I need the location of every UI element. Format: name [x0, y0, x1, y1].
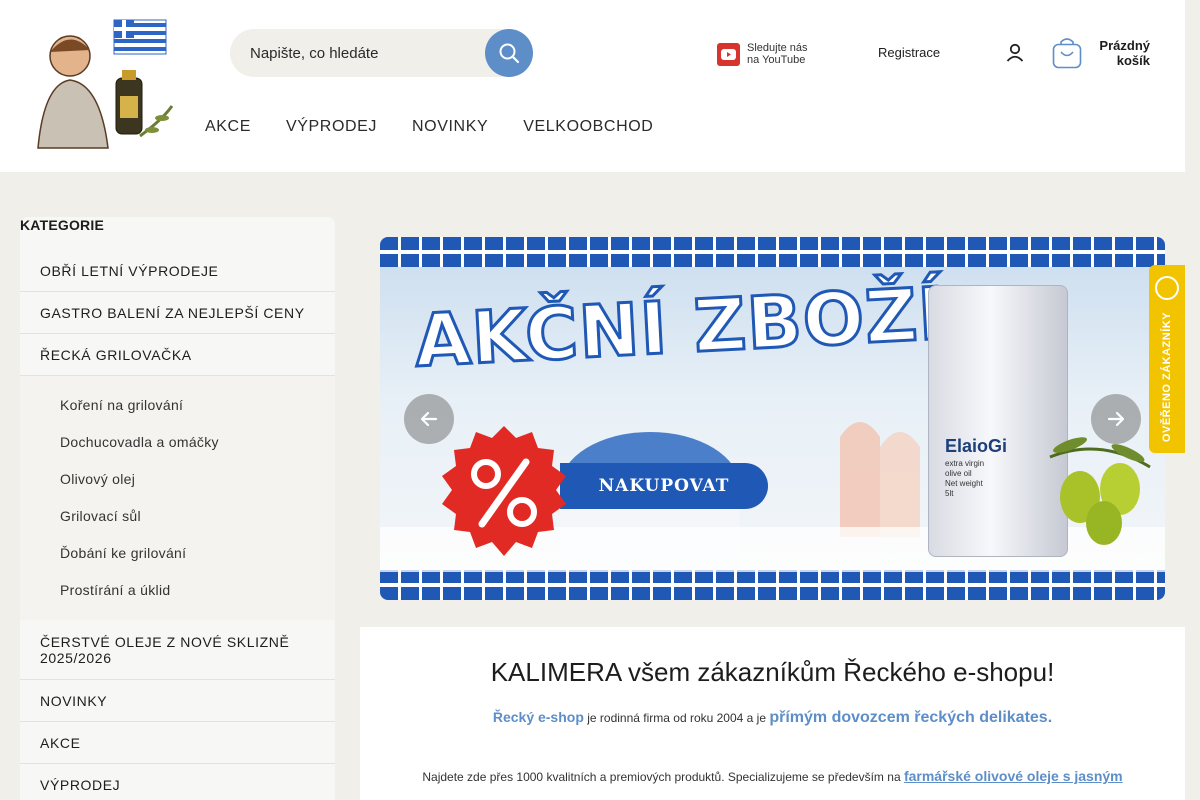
arrow-left-icon: [420, 411, 438, 427]
youtube-link[interactable]: Sledujte nás na YouTube: [717, 41, 827, 67]
categories-title: KATEGORIE: [20, 217, 104, 233]
banner-prev-button[interactable]: [404, 394, 454, 444]
registration-link[interactable]: Registrace: [878, 45, 940, 60]
subcategory-list: Koření na grilování Dochucovadla a omáčk…: [20, 376, 335, 620]
search-icon: [499, 43, 520, 64]
category-list: OBŘÍ LETNÍ VÝPRODEJE GASTRO BALENÍ ZA NE…: [20, 250, 335, 800]
cart-line1: Prázdný: [1099, 38, 1150, 53]
nav-novinky[interactable]: NOVINKY: [412, 118, 488, 136]
nav-velkoobchod[interactable]: VELKOOBCHOD: [523, 118, 653, 136]
shop-name: Řecký e-shop: [492, 709, 584, 725]
subcategory-item[interactable]: Grilovací sůl: [20, 497, 335, 534]
search-input[interactable]: [230, 29, 485, 77]
subcategory-item[interactable]: Prostírání a úklid: [20, 571, 335, 608]
shop-now-button[interactable]: NAKUPOVAT: [560, 463, 768, 509]
description-text: Najdete zde přes 1000 kvalitních a premi…: [422, 770, 904, 784]
olive-oil-link[interactable]: farmářské olivové oleje s jasným: [904, 768, 1123, 784]
cart-status[interactable]: Prázdný košík: [1070, 38, 1150, 68]
can-subtext: extra virgin olive oil Net weight 5lt: [945, 459, 1007, 499]
category-item[interactable]: OBŘÍ LETNÍ VÝPRODEJE: [20, 250, 335, 292]
subcategory-item[interactable]: Koření na grilování: [20, 386, 335, 423]
promo-banner[interactable]: AKČNÍ ZBOŽÍ NAKUPOVAT ElaioGi extra virg…: [380, 237, 1165, 600]
subcategory-item[interactable]: Ďobání ke grilování: [20, 534, 335, 571]
user-icon[interactable]: [1004, 42, 1026, 64]
percent-badge-icon: [442, 426, 566, 556]
category-item[interactable]: AKCE: [20, 722, 335, 764]
verified-by-customers-badge[interactable]: OVĚŘENO ZÁKAZNÍKY: [1149, 265, 1185, 453]
main-nav: AKCE VÝPRODEJ NOVINKY VELKOOBCHOD: [205, 118, 653, 136]
verified-badge-text: OVĚŘENO ZÁKAZNÍKY: [1161, 311, 1173, 443]
youtube-line2: na YouTube: [747, 54, 806, 66]
site-header: Sledujte nás na YouTube Registrace Prázd…: [0, 0, 1185, 172]
can-sub4: 5lt: [945, 489, 954, 498]
can-sub1: extra virgin: [945, 459, 985, 468]
welcome-description: Najdete zde přes 1000 kvalitních a premi…: [360, 768, 1185, 784]
category-item[interactable]: ČERSTVÉ OLEJE Z NOVÉ SKLIZNĚ 2025/2026: [20, 620, 335, 680]
shop-logo[interactable]: [22, 14, 182, 152]
can-brand: ElaioGi: [945, 436, 1008, 456]
search-button[interactable]: [485, 29, 533, 77]
welcome-section: KALIMERA všem zákazníkům Řeckého e-shopu…: [360, 627, 1185, 800]
category-item[interactable]: ŘECKÁ GRILOVAČKA: [20, 334, 335, 376]
nav-akce[interactable]: AKCE: [205, 118, 251, 136]
search-bar: [230, 29, 533, 77]
youtube-line1: Sledujte nás: [747, 42, 808, 54]
cart-line2: košík: [1116, 53, 1150, 68]
category-item[interactable]: NOVINKY: [20, 680, 335, 722]
seal-icon: [1155, 276, 1179, 300]
welcome-intro: Řecký e-shop je rodinná firma od roku 20…: [360, 709, 1185, 727]
arrow-right-icon: [1107, 411, 1125, 427]
subcategory-item[interactable]: Dochucovadla a omáčky: [20, 423, 335, 460]
can-sub2: olive oil: [945, 469, 972, 478]
youtube-icon: [717, 42, 740, 66]
intro-text: je rodinná firma od roku 2004 a je: [583, 711, 770, 725]
category-item[interactable]: VÝPRODEJ: [20, 764, 335, 800]
youtube-text: Sledujte nás na YouTube: [747, 42, 808, 66]
subcategory-item[interactable]: Olivový olej: [20, 460, 335, 497]
welcome-title: KALIMERA všem zákazníkům Řeckého e-shopu…: [490, 657, 1055, 687]
intro-highlight: přímým dovozcem řeckých delikates.: [769, 709, 1053, 726]
nav-vyprodej[interactable]: VÝPRODEJ: [286, 118, 377, 136]
can-label: ElaioGi extra virgin olive oil Net weigh…: [945, 436, 1007, 499]
banner-next-button[interactable]: [1091, 394, 1141, 444]
olives-icon: [1049, 437, 1151, 545]
can-sub3: Net weight: [945, 479, 983, 488]
category-item[interactable]: GASTRO BALENÍ ZA NEJLEPŠÍ CENY: [20, 292, 335, 334]
